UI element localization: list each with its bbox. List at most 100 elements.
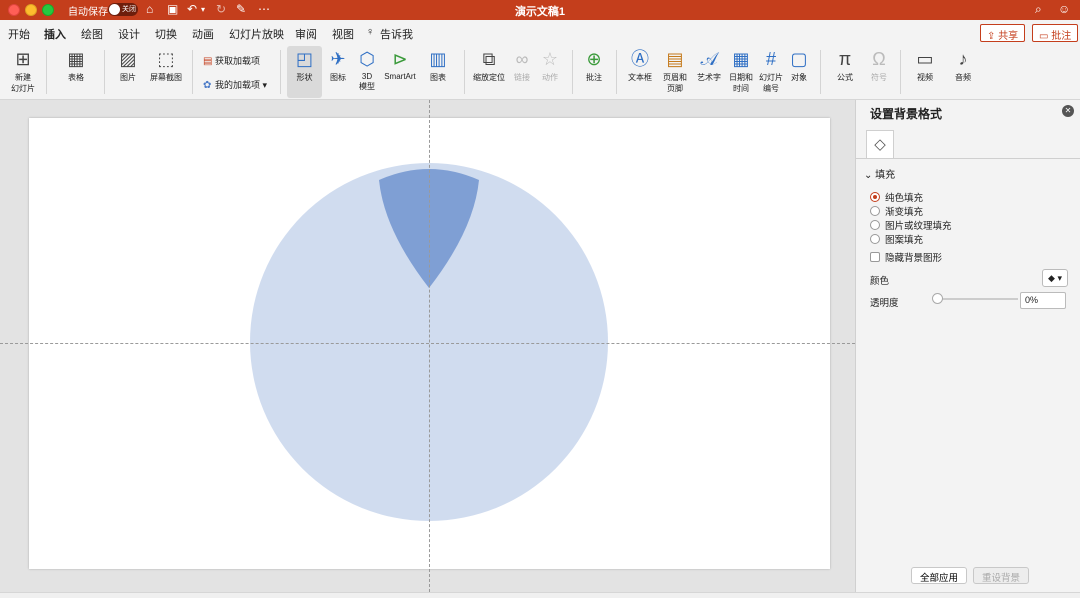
horizontal-guide[interactable] — [0, 343, 855, 344]
radio-picture-fill[interactable]: 图片或纹理填充 — [870, 218, 952, 232]
tab-insert[interactable]: 插入 — [44, 26, 66, 47]
link-button[interactable]: ∞ 链接 — [508, 48, 536, 83]
radio-gradient-fill-label: 渐变填充 — [885, 207, 924, 218]
my-addins-button[interactable]: ✿ 我的加载项 ▾ — [203, 78, 267, 91]
tell-me-search[interactable]: 告诉我 — [380, 26, 413, 42]
icons-button[interactable]: ✈ 图标 — [322, 48, 354, 83]
store-icon: ▤ — [203, 56, 213, 67]
slide-canvas[interactable] — [0, 100, 855, 592]
account-icon[interactable]: ☺ — [1058, 2, 1070, 16]
wordart-label: 艺术字 — [697, 73, 721, 82]
transparency-input[interactable]: 0% — [1020, 292, 1066, 309]
transparency-slider-track[interactable] — [938, 298, 1018, 300]
radio-picture-fill-label: 图片或纹理填充 — [885, 221, 952, 232]
tab-home[interactable]: 开始 — [8, 26, 30, 42]
radio-gradient-fill[interactable]: 渐变填充 — [870, 204, 923, 218]
tab-view[interactable]: 视图 — [332, 26, 354, 42]
link-icon: ∞ — [515, 49, 529, 69]
comment-insert-button[interactable]: ⊕ 批注 — [579, 48, 609, 83]
audio-label: 音频 — [955, 73, 971, 82]
symbol-button[interactable]: Ω 符号 — [864, 48, 894, 83]
hide-bg-graphics-label: 隐藏背景图形 — [885, 253, 943, 264]
speaker-icon: ♪ — [958, 49, 968, 69]
shapes-icon: ◰ — [295, 49, 313, 69]
new-slide-button[interactable]: ⊞ 新建 幻灯片 — [6, 48, 40, 94]
table-button[interactable]: ▦ 表格 — [58, 48, 94, 83]
transparency-label: 透明度 — [870, 298, 899, 309]
ribbon: ⊞ 新建 幻灯片 ▦ 表格 ▨ 图片 ⬚ 屏幕截图 ▤ 获取加载项 ✿ 我的加载项 … — [0, 44, 1080, 100]
header-footer-button[interactable]: ▤ 页眉和 页脚 — [658, 48, 692, 94]
equation-button[interactable]: π 公式 — [828, 48, 862, 83]
object-button[interactable]: ▢ 对象 — [786, 48, 812, 83]
pane-title: 设置背景格式 — [870, 107, 943, 121]
fill-bucket-icon[interactable]: ◇ — [866, 130, 894, 158]
audio-button[interactable]: ♪ 音频 — [946, 48, 980, 83]
textbox-button[interactable]: Ⓐ 文本框 — [622, 48, 658, 83]
comment-icon: ▭ — [1039, 31, 1052, 42]
lightbulb-icon: ♀ — [366, 26, 375, 38]
comment-insert-icon: ⊕ — [586, 49, 602, 69]
get-addins-button[interactable]: ▤ 获取加载项 — [203, 54, 260, 67]
reset-background-button[interactable]: 重设背景 — [973, 567, 1030, 584]
action-icon: ☆ — [541, 49, 559, 69]
get-addins-label: 获取加载项 — [215, 56, 261, 66]
comments-label: 批注 — [1051, 31, 1072, 42]
fill-section-title: 填充 — [875, 170, 896, 181]
icons-icon: ✈ — [330, 49, 346, 69]
wordart-button[interactable]: 𝒜 艺术字 — [692, 48, 726, 83]
radio-solid-fill[interactable]: 纯色填充 — [870, 190, 923, 204]
fill-section-toggle[interactable]: ⌄ 填充 — [864, 166, 895, 181]
video-button[interactable]: ▭ 视频 — [908, 48, 942, 83]
chevron-down-icon: ⌄ — [864, 170, 876, 181]
hide-bg-graphics-checkbox[interactable]: 隐藏背景图形 — [870, 250, 942, 264]
apply-all-button[interactable]: 全部应用 — [911, 567, 968, 584]
shapes-button[interactable]: ◰ 形状 — [287, 48, 322, 83]
tab-slideshow[interactable]: 幻灯片放映 — [229, 26, 284, 42]
smartart-button[interactable]: ⊳ SmartArt — [380, 48, 420, 81]
color-label: 颜色 — [870, 276, 890, 287]
icons-label: 图标 — [330, 73, 346, 82]
picture-button[interactable]: ▨ 图片 — [110, 48, 146, 83]
picture-icon: ▨ — [119, 49, 137, 69]
tab-draw[interactable]: 绘图 — [81, 26, 103, 42]
addins-icon: ✿ — [203, 80, 212, 91]
calendar-icon: ▦ — [732, 49, 750, 69]
radio-pattern-fill[interactable]: 图案填充 — [870, 232, 923, 246]
screenshot-button[interactable]: ⬚ 屏幕截图 — [146, 48, 186, 83]
new-slide-icon: ⊞ — [15, 49, 31, 69]
transparency-slider-handle[interactable] — [932, 293, 943, 304]
tab-transitions[interactable]: 切换 — [155, 26, 177, 42]
chart-button[interactable]: ▥ 图表 — [422, 48, 454, 83]
object-icon: ▢ — [790, 49, 808, 69]
cube-icon: ⬡ — [359, 49, 375, 69]
header-footer-label: 页眉和 页脚 — [663, 73, 687, 93]
document-title: 演示文稿1 — [514, 6, 566, 18]
slide-number-icon: # — [765, 49, 776, 69]
search-icon[interactable]: ⌕ — [1035, 2, 1042, 17]
close-icon[interactable]: ✕ — [1062, 105, 1074, 117]
share-icon: ⇪ — [987, 31, 999, 42]
zoom-icon: ⧉ — [482, 49, 496, 69]
comments-button[interactable]: ▭ 批注 — [1032, 24, 1079, 42]
screenshot-icon: ⬚ — [157, 49, 175, 69]
3d-model-button[interactable]: ⬡ 3D 模型 — [354, 48, 380, 92]
tab-review[interactable]: 审阅 — [295, 26, 317, 42]
share-button[interactable]: ⇪ 共享 — [980, 24, 1026, 42]
textbox-icon: Ⓐ — [631, 49, 649, 69]
zoom-button[interactable]: ⧉ 缩放定位 — [470, 48, 508, 83]
video-label: 视频 — [917, 73, 933, 82]
equation-label: 公式 — [837, 73, 853, 82]
action-button[interactable]: ☆ 动作 — [536, 48, 564, 83]
format-background-pane: 设置背景格式 ✕ ◇ ⌄ 填充 纯色填充 渐变填充 图片或纹理填充 图案填充 隐… — [855, 100, 1080, 592]
3d-model-label: 3D 模型 — [359, 72, 375, 91]
screenshot-label: 屏幕截图 — [150, 73, 182, 82]
datetime-button[interactable]: ▦ 日期和 时间 — [726, 48, 756, 94]
color-picker-button[interactable]: ◆ ▾ — [1042, 269, 1068, 287]
slide-number-button[interactable]: # 幻灯片 编号 — [756, 48, 786, 94]
vertical-guide[interactable] — [429, 100, 430, 592]
tab-design[interactable]: 设计 — [118, 26, 140, 42]
tab-animations[interactable]: 动画 — [192, 26, 214, 42]
ribbon-tabs: 开始 插入 绘图 设计 切换 动画 幻灯片放映 审阅 视图 ♀ 告诉我 ⇪ 共享… — [0, 20, 1080, 47]
status-bar — [0, 592, 1080, 598]
header-footer-icon: ▤ — [666, 49, 684, 69]
